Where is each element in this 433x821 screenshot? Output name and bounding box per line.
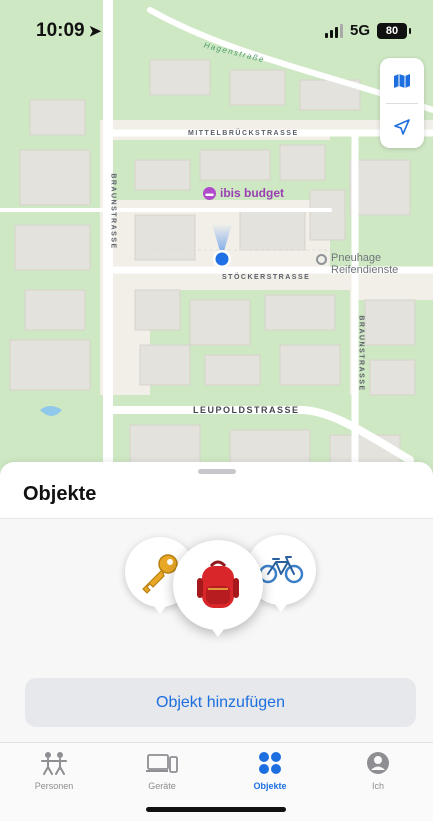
cellular-signal-icon: [324, 23, 343, 38]
street-label-braunstrasse-right: BRAUNSTRASSE: [357, 315, 365, 392]
poi-ibis-budget[interactable]: ▬ ibis budget: [203, 186, 284, 200]
tab-label-ich: Ich: [371, 781, 384, 791]
poi-pneuhage-line2: Reifendienste: [331, 264, 399, 276]
tire-icon: [316, 254, 327, 265]
map-icon: [394, 73, 410, 88]
network-type: 5G: [349, 22, 370, 39]
map-mode-button[interactable]: [380, 58, 424, 103]
bed-icon: ▬: [203, 186, 216, 200]
street-label-leupoldstrasse: LEUPOLDSTRASSE: [193, 405, 300, 415]
poi-pneuhage[interactable]: Pneuhage Reifendienste: [316, 252, 398, 276]
tab-geraete[interactable]: Geräte: [108, 749, 216, 791]
tab-label-personen: Personen: [34, 781, 74, 791]
tab-label-geraete: Geräte: [148, 781, 176, 791]
map-view[interactable]: Hagenstraße MITTELBRÜCKSTRASSE BRAUNSTRA…: [0, 0, 433, 480]
person-icon: [367, 752, 389, 774]
tab-objekte[interactable]: Objekte: [216, 749, 324, 791]
poi-ibis-label: ibis budget: [220, 186, 284, 200]
tab-ich[interactable]: Ich: [324, 749, 432, 791]
objects-sheet: Objekte Objekt hinzufügen: [0, 462, 433, 742]
item-bubble-backpack[interactable]: [173, 540, 263, 637]
items-icon: [259, 752, 281, 774]
street-label-braunstrasse-left: BRAUNSTRASSE: [109, 173, 117, 250]
battery-icon: 80: [377, 22, 411, 39]
status-bar: 10:09 ➤ 5G 80: [0, 0, 433, 62]
current-location-icon: [212, 224, 232, 268]
map-controls: [380, 58, 424, 148]
tab-personen[interactable]: Personen: [0, 749, 108, 791]
location-services-icon: ➤: [88, 23, 102, 40]
add-item-button[interactable]: Objekt hinzufügen: [25, 678, 416, 727]
battery-level: 80: [385, 24, 399, 37]
bicycle-icon: [258, 556, 304, 584]
status-time: 10:09: [36, 20, 85, 41]
backpack-icon: [197, 560, 239, 608]
sheet-grabber[interactable]: [198, 469, 236, 474]
street-label-mittelbrueckstrasse: MITTELBRÜCKSTRASSE: [188, 130, 299, 137]
street-label-stoeckerstrasse: STÖCKERSTRASSE: [222, 274, 311, 281]
home-indicator[interactable]: [146, 807, 286, 812]
tab-label-objekte: Objekte: [253, 781, 287, 791]
location-arrow-icon: [394, 118, 410, 135]
devices-icon: [146, 754, 178, 773]
poi-pneuhage-line1: Pneuhage: [331, 252, 382, 264]
people-icon: [41, 752, 67, 775]
sheet-title: Objekte: [23, 483, 97, 505]
locate-me-button[interactable]: [380, 104, 424, 149]
